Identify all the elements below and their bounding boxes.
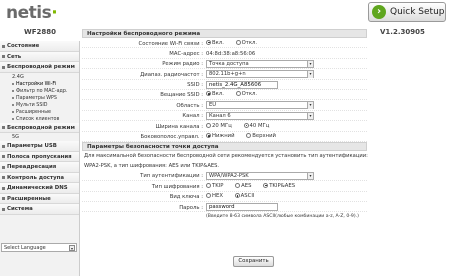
sidebar-item-usb[interactable]: Параметры USB bbox=[0, 141, 79, 152]
row-key-format: Вид ключа : HEX ASCII bbox=[82, 192, 367, 203]
row-sideband: Боковополос.управл. : Нижний Верхний bbox=[82, 132, 367, 142]
chevron-down-icon: ▾ bbox=[307, 102, 313, 109]
password-hint: (Введите 8-63 символа ASCII(любые комбин… bbox=[206, 214, 359, 220]
sidebar-item-forwarding[interactable]: Переадресация bbox=[0, 162, 79, 173]
sidebar-item-ddns[interactable]: Динамический DNS bbox=[0, 183, 79, 194]
encryption-aes-radio[interactable]: AES bbox=[235, 182, 252, 189]
region-select[interactable]: EU ▾ bbox=[206, 101, 314, 110]
radio-mode-select[interactable]: Точка доступа ▾ bbox=[206, 59, 314, 68]
sidebar-item-client-list[interactable]: Список клиентов bbox=[0, 116, 79, 123]
wifi-on-radio[interactable]: Вкл. bbox=[206, 39, 224, 46]
quick-setup-label: Quick Setup bbox=[390, 7, 445, 17]
row-channel-width: Ширина канала : 20 МГц 40 МГц bbox=[82, 121, 367, 132]
width-20mhz-radio[interactable]: 20 МГц bbox=[206, 122, 232, 129]
row-radio-mode: Режим радио : Точка доступа ▾ bbox=[82, 59, 367, 70]
sidebar-item-wps[interactable]: Параметры WPS bbox=[0, 95, 79, 102]
ssid-broadcast-on-radio[interactable]: Вкл. bbox=[206, 91, 224, 97]
key-ascii-radio[interactable]: ASCII bbox=[234, 193, 254, 199]
security-note-line1: Для максимальной безопасности беспроводн… bbox=[84, 152, 368, 159]
save-button[interactable]: Сохранить bbox=[233, 256, 274, 267]
sidebar-nav: Состояние Сеть Беспроводной режим 2.4G Н… bbox=[0, 41, 80, 276]
model-name: WF2880 bbox=[24, 28, 56, 36]
key-hex-radio[interactable]: HEX bbox=[206, 193, 223, 199]
channel-select[interactable]: Канал 6 ▾ bbox=[206, 111, 314, 120]
row-radio-band: Диапаз. радиочастот : 802.11b+g+n ▾ bbox=[82, 69, 367, 80]
chevron-down-icon: ▾ bbox=[69, 245, 75, 251]
wifi-off-radio[interactable]: Откл. bbox=[235, 39, 257, 46]
sidebar-item-wireless[interactable]: Беспроводной режим bbox=[0, 62, 79, 73]
security-note-line2: WPA2-PSK, а тип шифрования: AES или TKIP… bbox=[84, 162, 220, 169]
firmware-version: V1.2.30905 bbox=[380, 28, 425, 36]
row-password: Пароль : password bbox=[82, 202, 367, 213]
encryption-tkip-aes-radio[interactable]: TKIP&AES bbox=[263, 182, 295, 189]
row-password-hint: (Введите 8-63 символа ASCII(любые комбин… bbox=[82, 212, 367, 222]
sidebar-item-advanced-wireless[interactable]: Расширенные bbox=[0, 109, 79, 116]
sidebar-item-status[interactable]: Состояние bbox=[0, 41, 79, 52]
security-settings-header: Параметры безопасности точки доступа bbox=[82, 141, 367, 151]
row-channel: Канал : Канал 6 ▾ bbox=[82, 111, 367, 122]
sideband-lower-radio[interactable]: Нижний bbox=[206, 133, 235, 139]
row-wifi-status: Состояние Wi-Fi связи : Вкл. Откл. bbox=[82, 38, 367, 49]
sidebar-item-bandwidth[interactable]: Полоса пропускания bbox=[0, 151, 79, 162]
ssid-input[interactable]: netis_2.4G_A85606 bbox=[206, 80, 278, 89]
chevron-down-icon: ▾ bbox=[307, 172, 313, 180]
sidebar-item-multi-ssid[interactable]: Мульти SSID bbox=[0, 102, 79, 109]
sidebar-item-system[interactable]: Система bbox=[0, 204, 79, 215]
row-region: Область : EU ▾ bbox=[82, 100, 367, 111]
sidebar-band-24g[interactable]: 2.4G bbox=[0, 73, 79, 81]
language-select[interactable]: Select Language ▾ bbox=[1, 243, 77, 252]
width-40mhz-radio[interactable]: 40 МГц bbox=[243, 122, 269, 129]
sidebar-item-mac-filter[interactable]: Фильтр по МАС-адр. bbox=[0, 88, 79, 95]
quick-setup-icon: › bbox=[372, 5, 386, 19]
encryption-tkip-radio[interactable]: TKIP bbox=[206, 182, 223, 189]
sidebar-band-5g[interactable]: 5G bbox=[0, 133, 79, 141]
sidebar-item-wireless-5g-group[interactable]: Беспроводной режим bbox=[0, 122, 79, 133]
auth-type-select[interactable]: WPA/WPA2-PSK ▾ bbox=[206, 171, 314, 180]
netis-logo[interactable]: netis· bbox=[6, 3, 58, 23]
wireless-settings-header: Настройки беспроводного режима bbox=[82, 29, 367, 38]
main-content: Настройки беспроводного режима Состояние… bbox=[82, 29, 368, 274]
radio-band-select[interactable]: 802.11b+g+n ▾ bbox=[206, 70, 314, 79]
quick-setup-button[interactable]: › Quick Setup bbox=[368, 2, 446, 22]
row-encryption: Тип шифрования : TKIP AES TKIP&AES bbox=[82, 181, 367, 192]
sidebar-item-advanced[interactable]: Расширенные bbox=[0, 193, 79, 204]
sidebar-item-wifi-settings[interactable]: Настройки Wi-Fi bbox=[0, 81, 79, 88]
mac-address-value: 04:8d:38:a8:56:06 bbox=[206, 50, 256, 57]
row-mac: МАС-адрес : 04:8d:38:a8:56:06 bbox=[82, 48, 367, 59]
password-input[interactable]: password bbox=[206, 203, 278, 212]
sideband-upper-radio[interactable]: Верхний bbox=[246, 133, 276, 139]
row-ssid-broadcast: Вещание SSID : Вкл. Откл. bbox=[82, 90, 367, 101]
chevron-down-icon: ▾ bbox=[307, 71, 313, 78]
sidebar-item-network[interactable]: Сеть bbox=[0, 51, 79, 62]
row-ssid: SSID : netis_2.4G_A85606 bbox=[82, 80, 367, 90]
row-auth-type: Тип аутентификации : WPA/WPA2-PSK ▾ bbox=[82, 171, 367, 182]
chevron-down-icon: ▾ bbox=[307, 60, 313, 68]
header: netis· › Quick Setup bbox=[0, 0, 450, 24]
chevron-down-icon: ▾ bbox=[307, 112, 313, 120]
sidebar-item-access-control[interactable]: Контроль доступа bbox=[0, 172, 79, 183]
ssid-broadcast-off-radio[interactable]: Откл. bbox=[235, 91, 257, 97]
